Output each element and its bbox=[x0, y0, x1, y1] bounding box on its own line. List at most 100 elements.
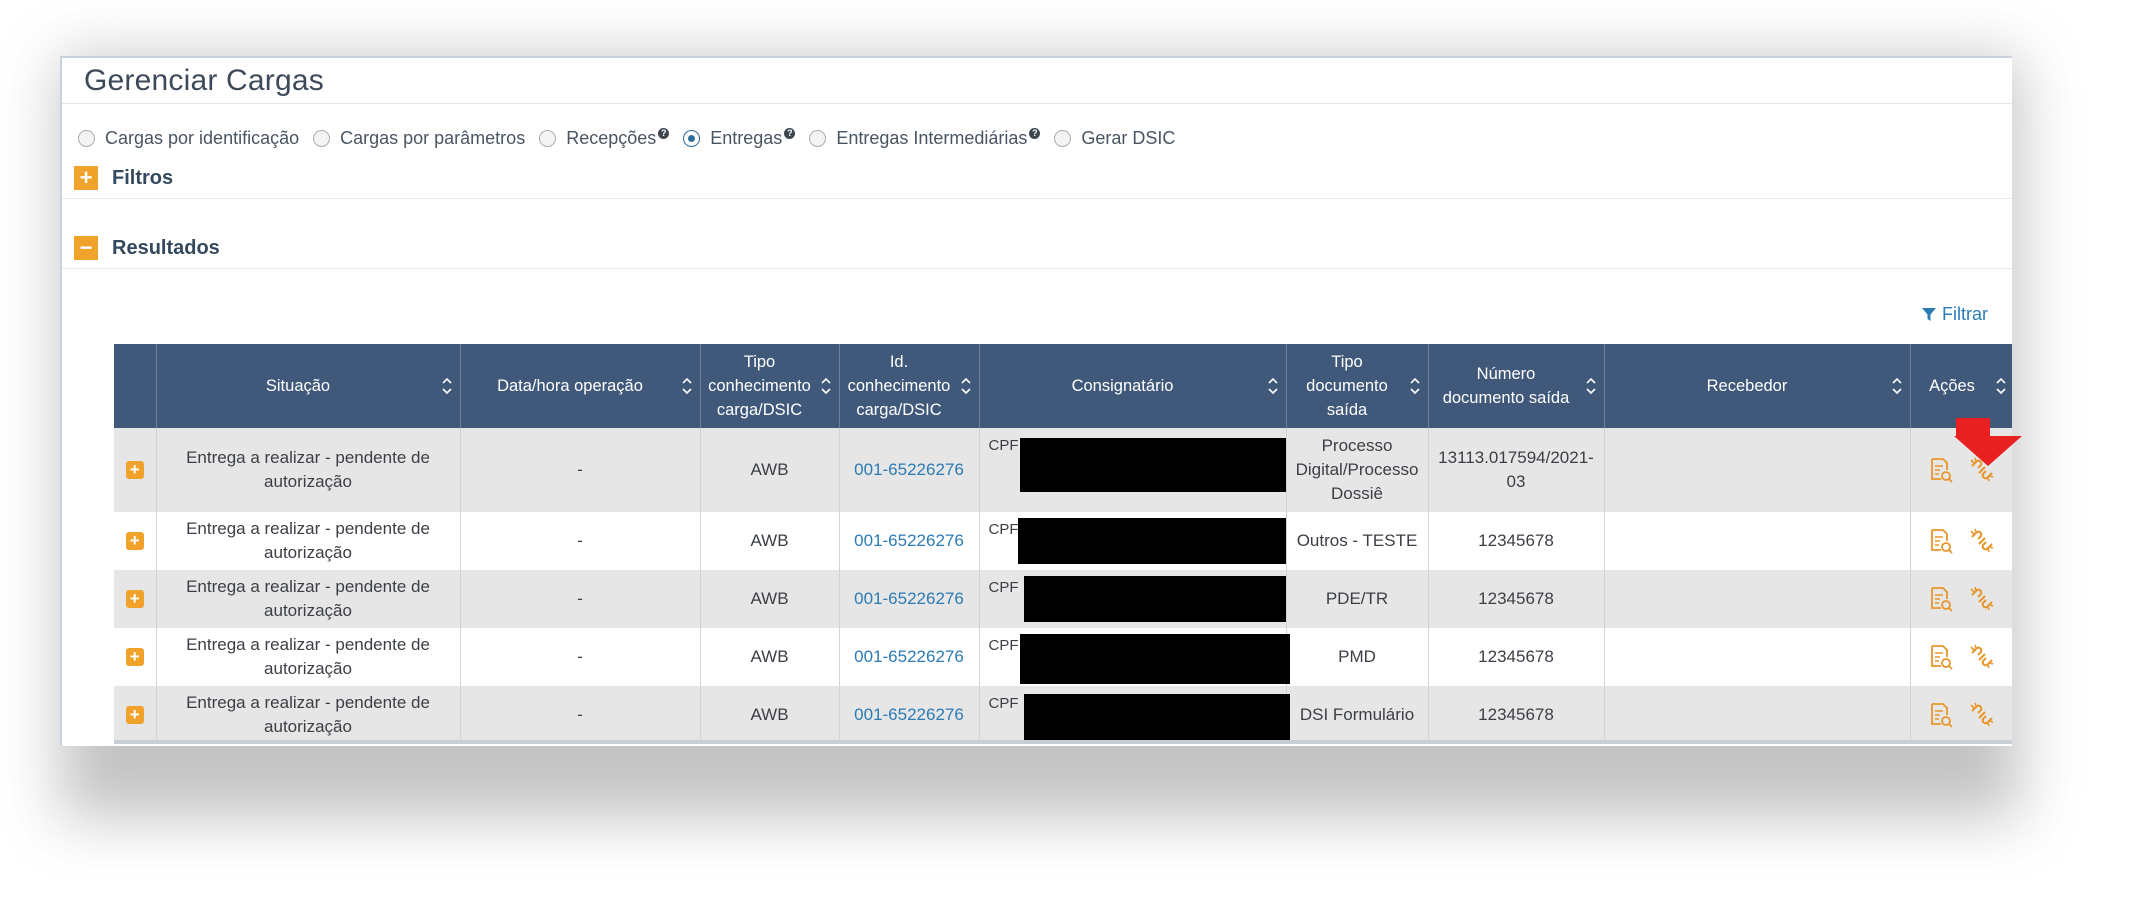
cargo-type-cell: AWB bbox=[750, 647, 789, 666]
cargo-id-link[interactable]: 001-65226276 bbox=[854, 531, 964, 550]
link-unlink-icon[interactable] bbox=[1968, 585, 1996, 613]
results-label: Resultados bbox=[112, 236, 220, 259]
actions-cell bbox=[1910, 570, 2012, 628]
mode-option[interactable]: Entregas Intermediárias? bbox=[809, 128, 1041, 149]
document-search-icon[interactable] bbox=[1928, 586, 1954, 612]
cargo-type-cell: AWB bbox=[700, 428, 840, 512]
sort-icon[interactable] bbox=[1995, 377, 2006, 395]
link-unlink-icon[interactable] bbox=[1968, 701, 1996, 729]
cargo-id-link[interactable]: 001-65226276 bbox=[854, 647, 964, 666]
sort-icon[interactable] bbox=[1891, 377, 1902, 395]
column-header-label: Data/hora operação bbox=[497, 377, 643, 395]
sort-icon[interactable] bbox=[441, 377, 452, 395]
status-cell: Entrega a realizar - pendente de autoriz… bbox=[186, 693, 430, 736]
exit-document-type-cell: PMD bbox=[1286, 628, 1429, 686]
column-header-label: Número documento saída bbox=[1442, 365, 1570, 407]
table-row[interactable]: + Entrega a realizar - pendente de autori… bbox=[114, 428, 2012, 512]
redaction-box bbox=[1023, 694, 1290, 742]
cargo-id-cell: 001-65226276 bbox=[839, 628, 980, 686]
sort-icon[interactable] bbox=[681, 377, 692, 395]
sort-icon[interactable] bbox=[1409, 377, 1420, 395]
cargo-type-cell: AWB bbox=[700, 686, 840, 744]
table-row[interactable]: + Entrega a realizar - pendente de autori… bbox=[114, 628, 2012, 686]
column-header[interactable]: Tipo documento saída bbox=[1286, 344, 1429, 428]
manage-cargo-window: Gerenciar Cargas Cargas por identificaçã… bbox=[60, 56, 2012, 746]
sort-icon[interactable] bbox=[1267, 377, 1278, 395]
status-cell: Entrega a realizar - pendente de autoriz… bbox=[156, 628, 461, 686]
expand-row-icon[interactable]: + bbox=[125, 648, 144, 666]
status-cell: Entrega a realizar - pendente de autoriz… bbox=[186, 577, 430, 620]
redaction-box bbox=[1019, 634, 1290, 684]
expand-row-icon[interactable]: + bbox=[125, 532, 144, 550]
cargo-type-cell: AWB bbox=[700, 512, 840, 570]
radio-button[interactable] bbox=[313, 130, 331, 147]
column-header[interactable]: Id. conhecimento carga/DSIC bbox=[839, 344, 980, 428]
document-search-icon[interactable] bbox=[1928, 702, 1954, 728]
results-section-toggle[interactable]: − Resultados bbox=[74, 236, 220, 260]
help-icon[interactable]: ? bbox=[784, 128, 796, 139]
expand-row-icon[interactable]: + bbox=[125, 590, 144, 608]
cargo-id-link[interactable]: 001-65226276 bbox=[854, 589, 964, 608]
sort-icon[interactable] bbox=[1585, 377, 1596, 395]
filters-section-toggle[interactable]: + Filtros bbox=[74, 166, 173, 190]
cargo-type-cell: AWB bbox=[700, 628, 840, 686]
column-header-label: Recebedor bbox=[1706, 377, 1788, 395]
mode-option-label: Recepções bbox=[566, 128, 657, 148]
sort-icon[interactable] bbox=[820, 377, 831, 395]
exit-document-number-cell: 12345678 bbox=[1428, 570, 1605, 628]
radio-button[interactable] bbox=[683, 130, 701, 147]
radio-button[interactable] bbox=[809, 130, 827, 147]
link-unlink-icon[interactable] bbox=[1968, 527, 1996, 555]
column-header-label: Situação bbox=[265, 377, 331, 395]
operation-datetime-cell: - bbox=[577, 460, 583, 479]
mode-option[interactable]: Cargas por identificação bbox=[78, 128, 299, 149]
help-icon[interactable]: ? bbox=[658, 128, 670, 139]
filter-link[interactable]: Filtrar bbox=[1922, 304, 1988, 325]
cargo-type-cell: AWB bbox=[750, 460, 789, 479]
column-header[interactable]: Recebedor bbox=[1604, 344, 1911, 428]
expand-cell: + bbox=[114, 428, 157, 512]
mode-option[interactable]: Entregas? bbox=[683, 128, 796, 149]
column-header[interactable]: Ações bbox=[1910, 344, 2012, 428]
receiver-cell bbox=[1604, 512, 1911, 570]
collapse-icon: − bbox=[74, 236, 98, 260]
radio-button[interactable] bbox=[539, 130, 557, 147]
column-header[interactable]: Número documento saída bbox=[1428, 344, 1605, 428]
document-search-icon[interactable] bbox=[1928, 528, 1954, 554]
status-cell: Entrega a realizar - pendente de autoriz… bbox=[156, 512, 461, 570]
expand-row-icon[interactable]: + bbox=[125, 706, 144, 724]
consignee-cell: CPF bbox=[979, 570, 1287, 628]
status-cell: Entrega a realizar - pendente de autoriz… bbox=[186, 448, 430, 491]
column-header[interactable]: Tipo conhecimento carga/DSIC bbox=[700, 344, 840, 428]
radio-button[interactable] bbox=[78, 130, 95, 147]
link-unlink-icon[interactable] bbox=[1968, 643, 1996, 671]
radio-button[interactable] bbox=[1054, 130, 1072, 147]
exit-document-number-cell: 12345678 bbox=[1428, 512, 1605, 570]
column-header[interactable]: Consignatário bbox=[979, 344, 1287, 428]
table-row[interactable]: + Entrega a realizar - pendente de autori… bbox=[114, 512, 2012, 570]
cpf-label: CPF bbox=[988, 695, 1019, 712]
exit-document-type-cell: DSI Formulário bbox=[1286, 686, 1429, 744]
cargo-id-link[interactable]: 001-65226276 bbox=[854, 460, 964, 479]
redaction-box bbox=[1019, 438, 1286, 492]
filters-divider bbox=[62, 198, 2012, 199]
mode-option[interactable]: Cargas por parâmetros bbox=[313, 128, 525, 149]
mode-option[interactable]: Gerar DSIC bbox=[1054, 128, 1175, 149]
row-actions bbox=[1917, 585, 2008, 613]
cargo-type-cell: AWB bbox=[750, 589, 789, 608]
mode-option[interactable]: Recepções? bbox=[539, 128, 670, 149]
exit-document-number-cell-text: 12345678 bbox=[1478, 647, 1554, 666]
redaction-box bbox=[1023, 576, 1286, 622]
cargo-id-link[interactable]: 001-65226276 bbox=[854, 705, 964, 724]
table-row[interactable]: + Entrega a realizar - pendente de autori… bbox=[114, 686, 2012, 744]
column-header[interactable]: Situação bbox=[156, 344, 461, 428]
table-row[interactable]: + Entrega a realizar - pendente de autori… bbox=[114, 570, 2012, 628]
exit-document-type-cell: Outros - TESTE bbox=[1286, 512, 1429, 570]
help-icon[interactable]: ? bbox=[1029, 128, 1041, 139]
sort-icon[interactable] bbox=[960, 377, 971, 395]
receiver-cell bbox=[1604, 428, 1911, 512]
expand-row-icon[interactable]: + bbox=[125, 461, 144, 479]
document-search-icon[interactable] bbox=[1928, 644, 1954, 670]
mode-option-label: Cargas por parâmetros bbox=[340, 128, 526, 148]
column-header[interactable]: Data/hora operação bbox=[460, 344, 701, 428]
